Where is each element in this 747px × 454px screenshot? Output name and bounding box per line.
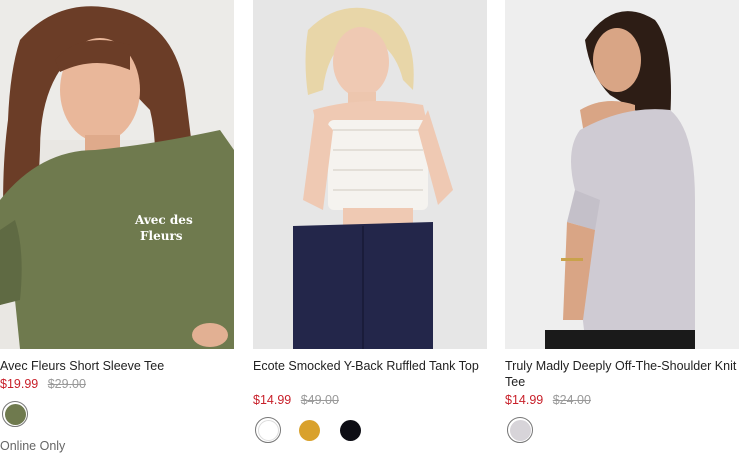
color-swatches: [253, 417, 487, 447]
product-name[interactable]: Truly Madly Deeply Off-The-Shoulder Knit…: [505, 358, 739, 390]
product-card[interactable]: Truly Madly Deeply Off-The-Shoulder Knit…: [505, 0, 739, 443]
sale-price: $19.99: [0, 377, 39, 391]
original-price: $24.00: [552, 393, 591, 407]
price-row: $14.99 $49.00: [253, 392, 339, 408]
sale-price: $14.99: [505, 393, 544, 407]
swatch-color: [509, 419, 531, 441]
color-swatches: [505, 417, 739, 447]
product-image[interactable]: [253, 0, 487, 349]
original-price: $29.00: [47, 377, 86, 391]
swatch-olive[interactable]: [2, 401, 28, 427]
swatch-color: [339, 419, 361, 441]
swatch-light-grey[interactable]: [507, 417, 533, 443]
price-row: $19.99 $29.00: [0, 376, 86, 392]
swatch-white[interactable]: [255, 417, 281, 443]
price-row: $14.99 $24.00: [505, 392, 591, 408]
product-name[interactable]: Ecote Smocked Y-Back Ruffled Tank Top: [253, 358, 487, 374]
product-photo-avec-fleurs[interactable]: Avec des Fleurs: [0, 0, 234, 349]
product-photo-ecote-tank[interactable]: [253, 0, 487, 349]
swatch-black[interactable]: [337, 417, 363, 443]
swatch-mustard[interactable]: [296, 417, 322, 443]
product-image[interactable]: [505, 0, 739, 349]
product-card[interactable]: Avec des Fleurs Avec Fleurs Short Sleeve …: [0, 0, 234, 453]
sale-price: $14.99: [253, 393, 292, 407]
swatch-color: [298, 419, 320, 441]
product-card[interactable]: Ecote Smocked Y-Back Ruffled Tank Top $1…: [253, 0, 487, 443]
product-grid: Avec des Fleurs Avec Fleurs Short Sleeve …: [0, 0, 747, 453]
swatch-color: [257, 419, 279, 441]
color-swatches: [0, 401, 234, 431]
online-only-note: Online Only: [0, 439, 66, 453]
original-price: $49.00: [300, 393, 339, 407]
product-image[interactable]: Avec des Fleurs: [0, 0, 234, 349]
swatch-color: [4, 403, 26, 425]
product-photo-truly-madly-tee[interactable]: [505, 0, 739, 349]
product-name[interactable]: Avec Fleurs Short Sleeve Tee: [0, 358, 234, 374]
